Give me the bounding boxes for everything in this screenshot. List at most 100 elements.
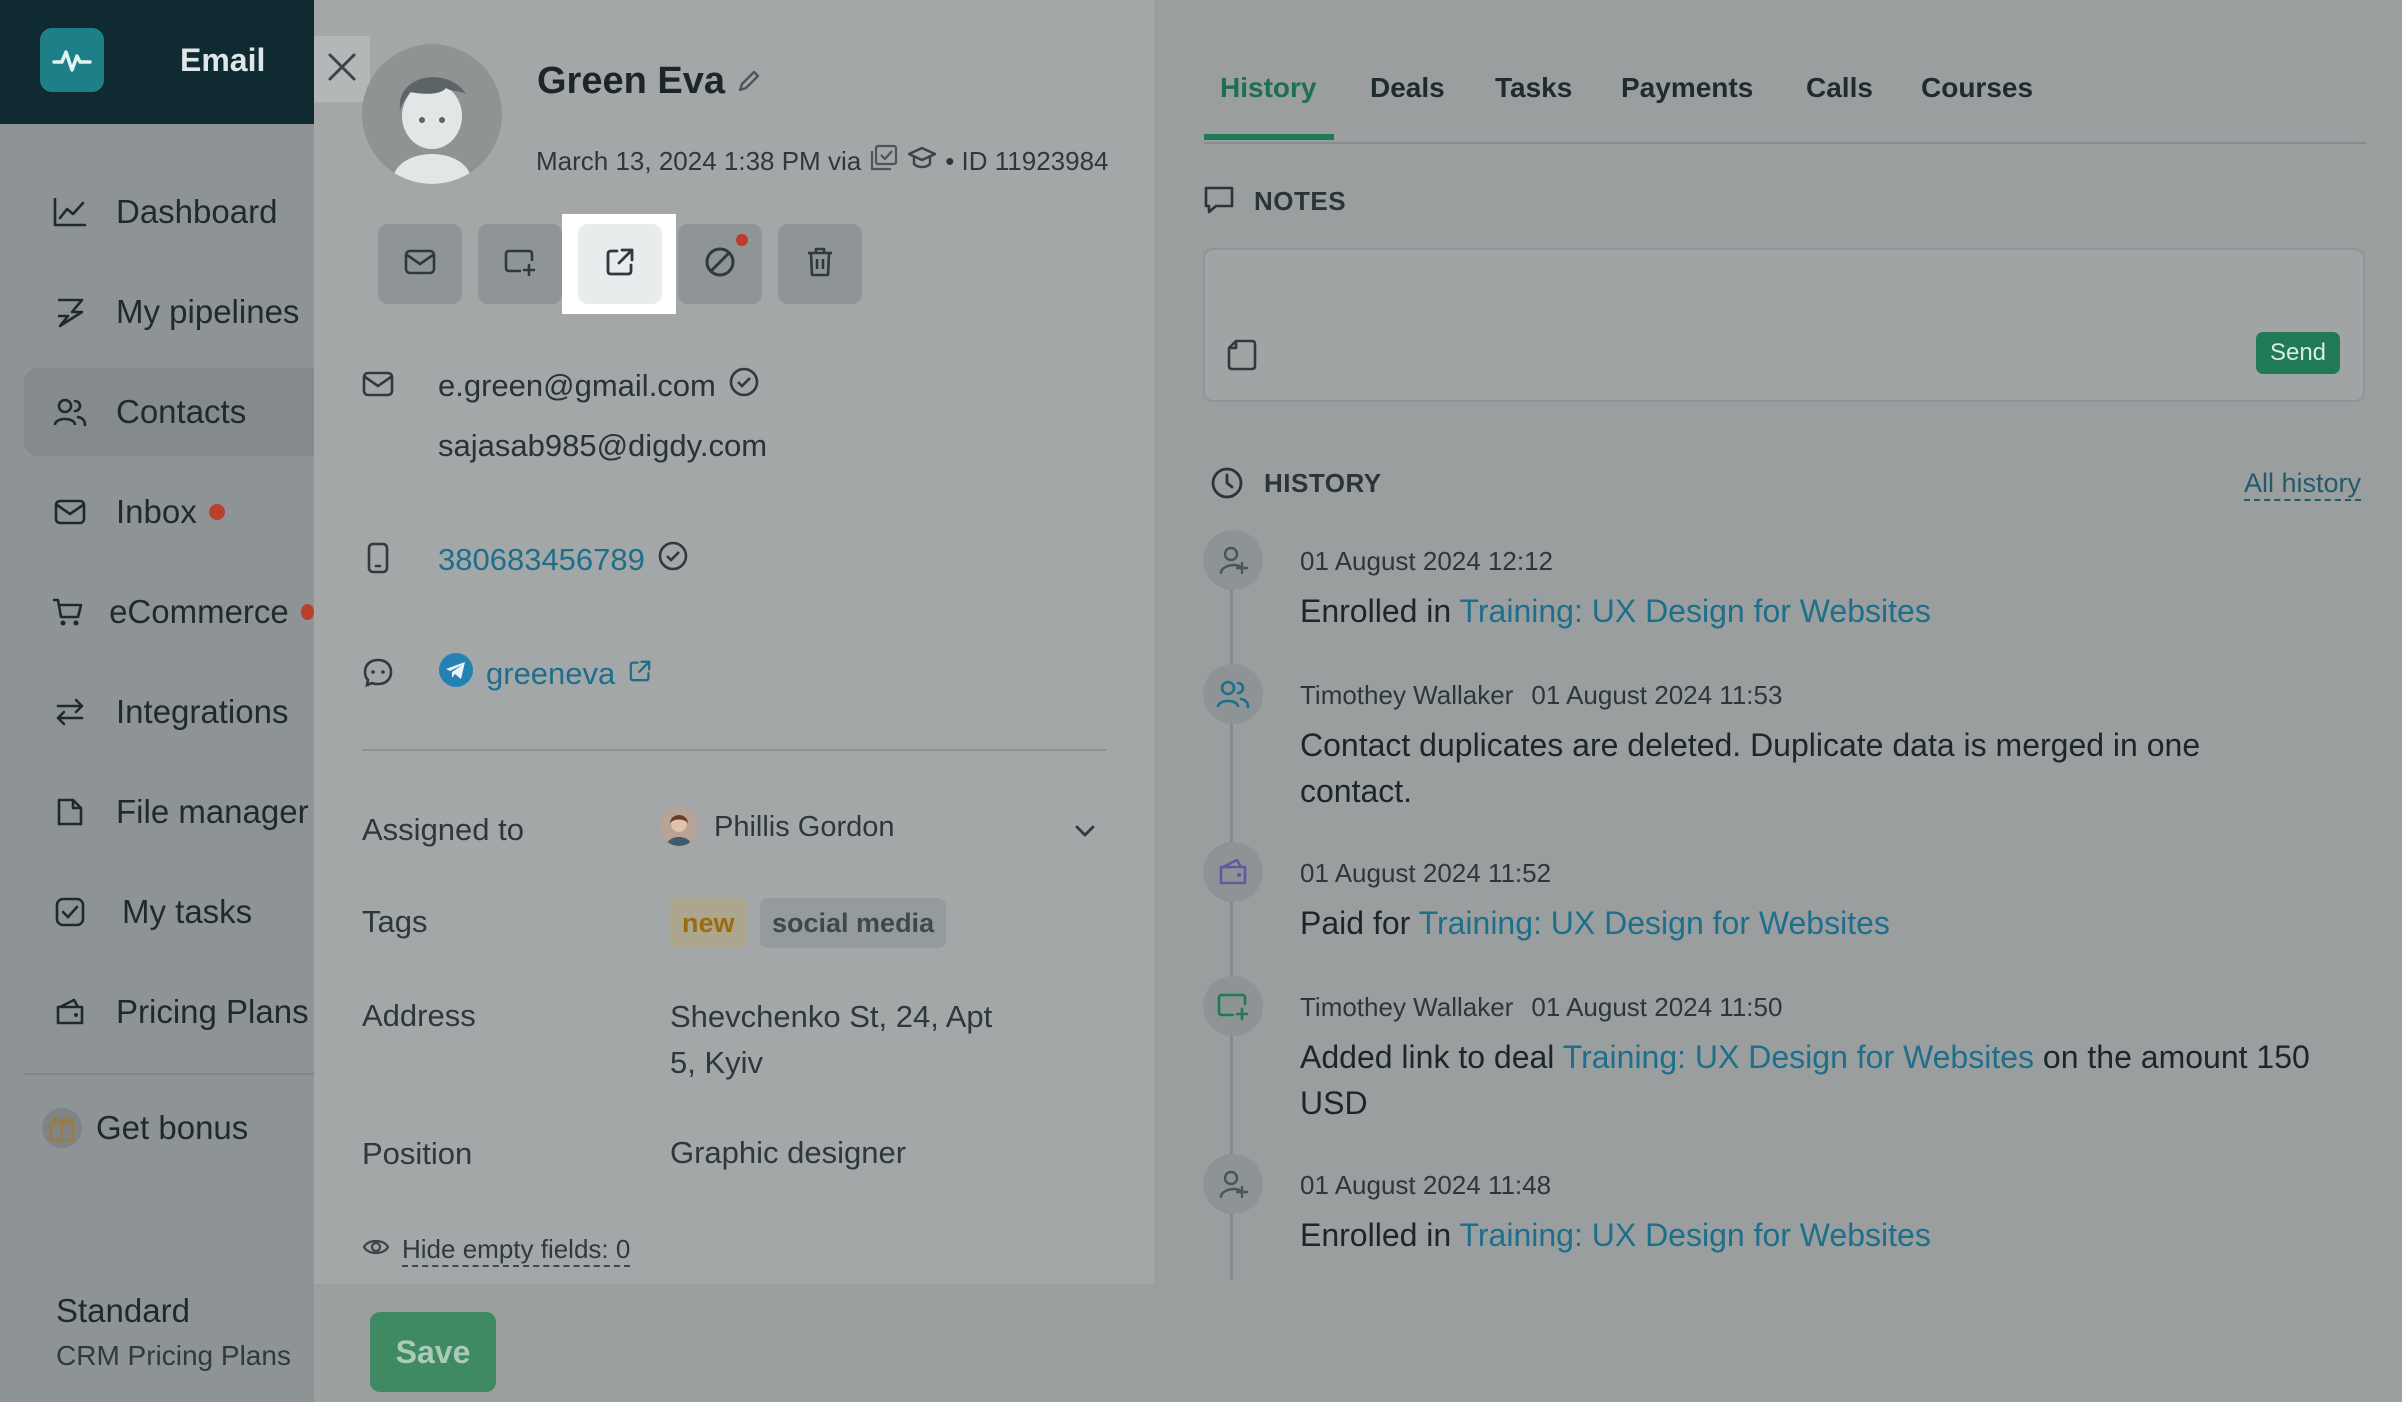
plan-subtitle: CRM Pricing Plans [56, 1340, 291, 1371]
block-contact-button[interactable] [678, 224, 762, 304]
hide-empty-fields-toggle[interactable]: Hide empty fields: 0 [362, 1234, 631, 1267]
tab-deals[interactable]: Deals [1370, 72, 1445, 104]
sidebar-item-pricing-plans[interactable]: Pricing Plans [24, 968, 314, 1056]
sidebar-item-label: eCommerce [109, 593, 289, 630]
alert-dot [736, 234, 748, 246]
event-time: 01 August 2024 11:50 [1531, 992, 1783, 1022]
tab-tasks[interactable]: Tasks [1495, 72, 1572, 104]
email-value: sajasab985@digdy.com [438, 428, 768, 463]
assignee-name: Phillis Gordon [714, 810, 895, 843]
tab-courses[interactable]: Courses [1921, 72, 2033, 104]
mail-icon [50, 492, 90, 532]
course-link[interactable]: Training: UX Design for Websites [1460, 593, 1931, 629]
save-button[interactable]: Save [370, 1312, 496, 1392]
send-note-button[interactable]: Send [2256, 332, 2340, 374]
send-email-button[interactable] [378, 224, 462, 304]
event-text: Enrolled in [1300, 1217, 1460, 1253]
sidebar-header: Email [0, 0, 314, 124]
sidebar-item-contacts[interactable]: Contacts [24, 368, 314, 456]
history-event-meta: Timothey Wallaker 01 August 2024 11:50 [1300, 992, 1782, 1023]
event-text: Enrolled in [1300, 593, 1460, 629]
event-text: Paid for [1300, 905, 1419, 941]
tab-history[interactable]: History [1220, 72, 1316, 104]
sidebar-item-label: Get bonus [96, 1109, 249, 1146]
users-icon [1203, 664, 1263, 724]
graduation-cap-icon [907, 145, 937, 178]
deal-link[interactable]: Training: UX Design for Websites [1563, 1039, 2034, 1075]
phone-value[interactable]: 380683456789 [438, 542, 645, 578]
tags-label: Tags [362, 904, 428, 939]
history-event-text: Enrolled in Training: UX Design for Webs… [1300, 1212, 2320, 1258]
sidebar-item-label: File manager [116, 793, 309, 830]
history-event-meta: 01 August 2024 11:48 [1300, 1170, 1551, 1201]
user-add-icon [1203, 1154, 1263, 1214]
course-link[interactable]: Training: UX Design for Websites [1460, 1217, 1931, 1253]
email-secondary[interactable]: sajasab985@digdy.com [438, 428, 767, 464]
tag-social-media[interactable]: social media [760, 898, 947, 948]
course-link[interactable]: Training: UX Design for Websites [1419, 905, 1890, 941]
hide-empty-label: Hide empty fields: 0 [402, 1234, 631, 1267]
pipeline-icon [50, 292, 90, 332]
plan-name: Standard [56, 1292, 190, 1329]
contact-id: • ID 11923984 [945, 146, 1109, 176]
position-value[interactable]: Graphic designer [670, 1130, 906, 1176]
telegram-field[interactable]: greeneva [438, 652, 653, 696]
trash-icon [805, 246, 835, 283]
email-primary[interactable]: e.green@gmail.com [438, 366, 760, 406]
notes-input[interactable] [1203, 248, 2365, 402]
external-link-icon [603, 245, 637, 284]
sidebar-item-label: Pricing Plans [116, 993, 309, 1030]
source-form-icon [869, 144, 899, 179]
sidebar-item-label: My pipelines [116, 293, 300, 330]
sidebar-item-ecommerce[interactable]: eCommerce [24, 568, 314, 656]
email-value: e.green@gmail.com [438, 368, 716, 403]
pencil-icon[interactable] [736, 68, 762, 99]
external-link-icon[interactable] [627, 656, 653, 692]
tag-new[interactable]: new [670, 898, 747, 948]
tabs-divider [1204, 142, 2366, 144]
logo-icon[interactable] [40, 28, 104, 92]
tab-payments[interactable]: Payments [1621, 72, 1753, 104]
assignee-select[interactable]: Phillis Gordon [660, 808, 895, 846]
event-time: 01 August 2024 12:12 [1300, 546, 1554, 576]
chat-icon [360, 654, 396, 690]
address-line-2: 5, Kyiv [670, 1045, 764, 1080]
event-author: Timothey Wallaker [1300, 680, 1514, 710]
sidebar-item-dashboard[interactable]: Dashboard [24, 168, 314, 256]
sidebar-item-integrations[interactable]: Integrations [24, 668, 314, 756]
delete-contact-button[interactable] [778, 224, 862, 304]
wallet-icon [50, 992, 90, 1032]
history-event-text: Paid for Training: UX Design for Website… [1300, 900, 2320, 946]
active-tab-indicator [1204, 134, 1334, 140]
all-history-link[interactable]: All history [2244, 468, 2362, 501]
notes-title: NOTES [1254, 186, 1347, 216]
verified-icon [728, 366, 760, 406]
phone-icon [360, 540, 396, 576]
telegram-username[interactable]: greeneva [486, 656, 615, 692]
attach-file-icon[interactable] [1226, 338, 1258, 377]
sidebar-item-pipelines[interactable]: My pipelines [24, 268, 314, 356]
verified-icon [657, 540, 689, 580]
sidebar-item-inbox[interactable]: Inbox [24, 468, 314, 556]
chevron-down-icon[interactable] [1072, 818, 1098, 849]
sidebar-item-my-tasks[interactable]: My tasks [24, 868, 314, 956]
sidebar-item-file-manager[interactable]: File manager [24, 768, 314, 856]
sidebar-item-get-bonus[interactable]: Get bonus [24, 1084, 314, 1172]
contact-meta: March 13, 2024 1:38 PM via • ID 11923984 [536, 144, 1109, 179]
close-button[interactable] [314, 36, 370, 102]
eye-off-icon [362, 1235, 390, 1266]
address-value[interactable]: Shevchenko St, 24, Apt 5, Kyiv [670, 994, 992, 1086]
event-time: 01 August 2024 11:52 [1300, 858, 1552, 888]
wallet-icon [1203, 842, 1263, 902]
event-author: Timothey Wallaker [1300, 992, 1514, 1022]
tab-calls[interactable]: Calls [1806, 72, 1873, 104]
add-deal-button[interactable] [478, 224, 562, 304]
sidebar-item-label: Inbox [116, 493, 197, 530]
history-title: HISTORY [1264, 468, 1382, 498]
app-title: Email [180, 42, 266, 78]
open-external-button[interactable] [578, 224, 662, 304]
cart-icon [50, 592, 83, 632]
phone-field[interactable]: 380683456789 [438, 540, 689, 580]
swap-arrows-icon [50, 692, 90, 732]
add-to-cart-icon [1203, 976, 1263, 1036]
